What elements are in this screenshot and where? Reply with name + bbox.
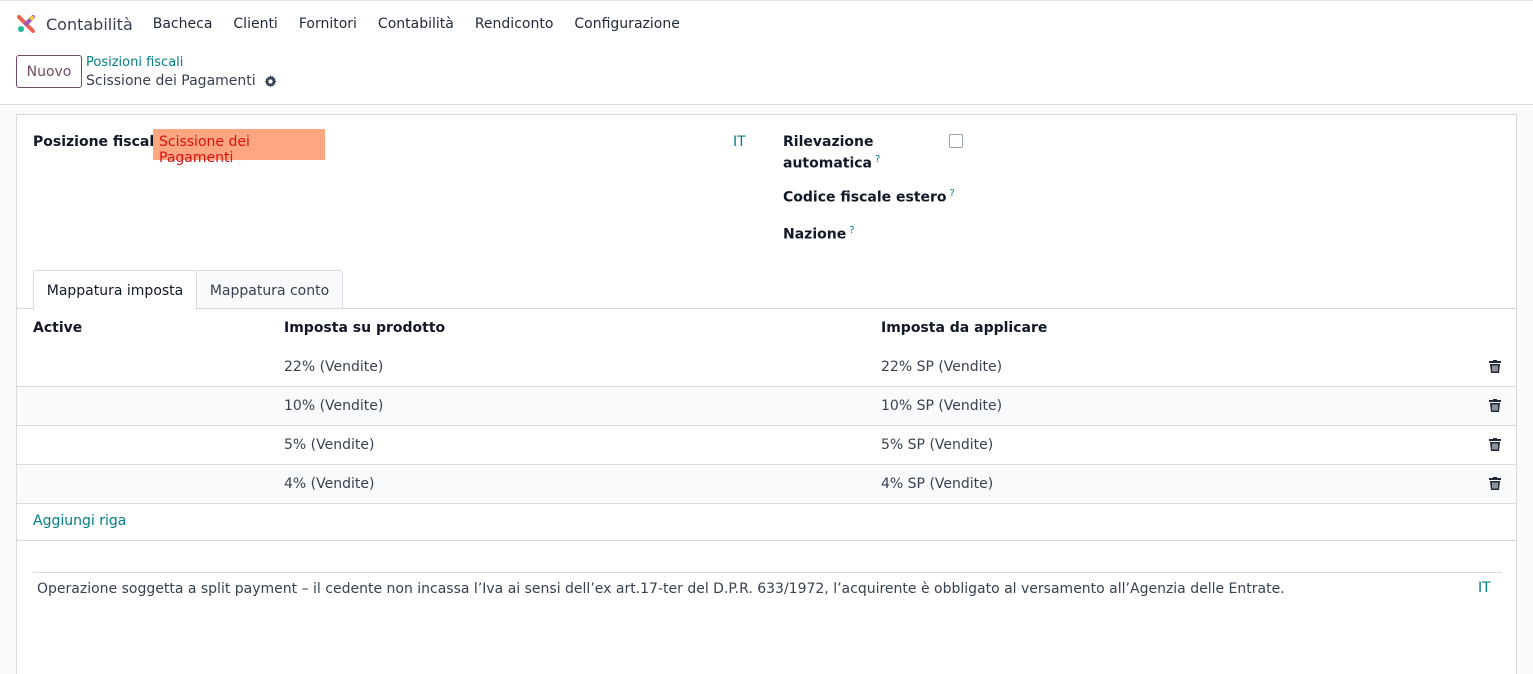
trash-icon[interactable] — [1489, 360, 1501, 377]
trash-icon[interactable] — [1489, 399, 1501, 416]
nav-item-accounting[interactable]: Contabilità — [378, 16, 454, 32]
fiscal-position-name-field[interactable]: Scissione dei Pagamenti — [153, 129, 325, 166]
fiscal-position-label: Posizione fiscale — [33, 134, 164, 150]
table-row[interactable]: 22% (Vendite) 22% SP (Vendite) — [17, 348, 1516, 387]
tab-account-mapping[interactable]: Mappatura conto — [197, 270, 343, 309]
auto-detect-label-line2: automatica — [783, 155, 872, 172]
table-row[interactable]: 4% (Vendite) 4% SP (Vendite) — [17, 465, 1516, 504]
applied-tax-cell: 22% SP (Vendite) — [881, 359, 1003, 375]
gear-icon[interactable] — [264, 74, 277, 88]
foreign-vat-help-icon[interactable]: ? — [950, 188, 955, 199]
nav-item-dashboard[interactable]: Bacheca — [153, 16, 213, 32]
divider — [17, 540, 1516, 541]
country-label: Nazione? — [783, 225, 855, 243]
country-label-text: Nazione — [783, 226, 847, 243]
product-tax-cell: 22% (Vendite) — [284, 359, 384, 375]
control-panel: Nuovo Posizioni fiscali Scissione dei Pa… — [0, 47, 1533, 105]
applied-tax-cell: 5% SP (Vendite) — [881, 437, 994, 453]
foreign-vat-label: Codice fiscale estero? — [783, 188, 955, 206]
name-translate-lang-button[interactable]: IT — [733, 134, 746, 150]
trash-icon[interactable] — [1489, 438, 1501, 455]
accounting-app-icon[interactable] — [16, 14, 36, 34]
note-field[interactable]: Operazione soggetta a split payment – il… — [33, 572, 1502, 606]
product-tax-cell: 4% (Vendite) — [284, 476, 375, 492]
breadcrumb-current-label: Scissione dei Pagamenti — [86, 73, 256, 89]
notebook-tabs: Mappatura imposta Mappatura conto — [17, 270, 1516, 310]
tab-tax-mapping[interactable]: Mappatura imposta — [33, 270, 197, 310]
nav-item-customers[interactable]: Clienti — [233, 16, 277, 32]
table-row[interactable]: 5% (Vendite) 5% SP (Vendite) — [17, 426, 1516, 465]
product-tax-cell: 5% (Vendite) — [284, 437, 375, 453]
country-help-icon[interactable]: ? — [849, 225, 854, 236]
add-line-link[interactable]: Aggiungi riga — [33, 513, 126, 529]
tax-table-header: Active Imposta su prodotto Imposta da ap… — [17, 310, 1516, 349]
form-sheet: Posizione fiscale Scissione dei Pagament… — [16, 114, 1517, 674]
column-product-tax[interactable]: Imposta su prodotto — [284, 320, 445, 336]
auto-detect-checkbox[interactable] — [949, 134, 963, 148]
breadcrumb-current: Scissione dei Pagamenti — [86, 73, 277, 89]
app-name[interactable]: Contabilità — [46, 15, 133, 34]
auto-detect-label-line1: Rilevazione — [783, 134, 874, 150]
table-row[interactable]: 10% (Vendite) 10% SP (Vendite) — [17, 387, 1516, 426]
trash-icon[interactable] — [1489, 477, 1501, 494]
main-navbar: Contabilità Bacheca Clienti Fornitori Co… — [0, 1, 1533, 47]
nav-item-vendors[interactable]: Fornitori — [299, 16, 357, 32]
applied-tax-cell: 10% SP (Vendite) — [881, 398, 1003, 414]
auto-detect-label: automatica? — [783, 154, 880, 172]
note-text: Operazione soggetta a split payment – il… — [37, 581, 1285, 597]
applied-tax-cell: 4% SP (Vendite) — [881, 476, 994, 492]
column-applied-tax[interactable]: Imposta da applicare — [881, 320, 1047, 336]
nav-item-configuration[interactable]: Configurazione — [574, 16, 679, 32]
foreign-vat-label-text: Codice fiscale estero — [783, 189, 947, 206]
column-active[interactable]: Active — [33, 320, 82, 336]
auto-detect-help-icon[interactable]: ? — [875, 154, 880, 165]
breadcrumb-parent-link[interactable]: Posizioni fiscali — [86, 55, 183, 70]
new-button[interactable]: Nuovo — [16, 55, 82, 88]
nav-item-reporting[interactable]: Rendiconto — [475, 16, 554, 32]
product-tax-cell: 10% (Vendite) — [284, 398, 384, 414]
note-translate-lang-button[interactable]: IT — [1478, 580, 1491, 596]
